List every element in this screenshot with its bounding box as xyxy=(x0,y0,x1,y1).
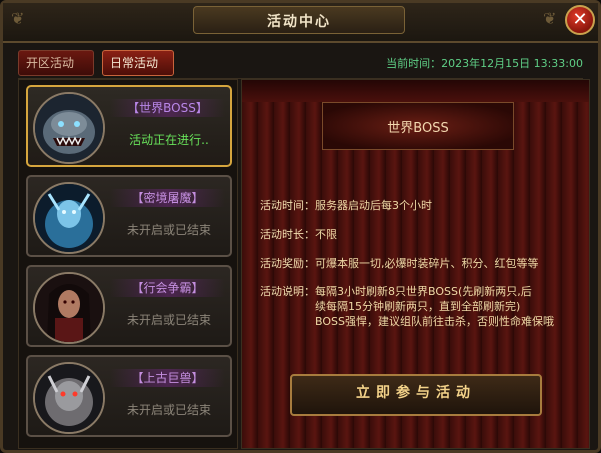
info-time: 活动时间：服务器启动后每3个小时 xyxy=(260,198,432,213)
event-name: 【世界BOSS】 xyxy=(110,99,225,117)
info-time-label: 活动时间： xyxy=(260,199,315,212)
event-list: 【世界BOSS】 活动正在进行.. 【密境屠魔】 未开启或已结束 【行会争霸】 … xyxy=(18,79,238,449)
info-duration-value: 不限 xyxy=(315,228,337,241)
join-event-button[interactable]: 立即参与活动 xyxy=(290,374,542,416)
event-status: 未开启或已结束 xyxy=(126,313,211,327)
activity-window: ❦ 活动中心 ❦ ✕ 开区活动 日常活动 当前时间：2023年12月15日 13… xyxy=(0,0,601,453)
info-description-line-2: 续每隔15分钟刷新两只，直到全部刷新完) xyxy=(315,300,521,313)
secret-realm-portrait xyxy=(33,182,105,254)
title-plate: 活动中心 xyxy=(193,6,405,34)
info-reward-value: 可爆本服一切,必爆时装碎片、积分、红包等等 xyxy=(315,257,539,270)
info-description-line-3: BOSS强悍，建议组队前往击杀，否则性命难保哦 xyxy=(315,315,554,328)
ornament-right-icon: ❦ xyxy=(543,9,557,28)
guild-war-portrait xyxy=(33,272,105,344)
info-duration-label: 活动时长： xyxy=(260,228,315,241)
curtain-valance xyxy=(242,80,589,102)
info-reward-label: 活动奖励： xyxy=(260,257,315,270)
ornament-left-icon: ❦ xyxy=(11,9,25,28)
ancient-beast-portrait xyxy=(33,362,105,434)
current-time: 当前时间：2023年12月15日 13:33:00 xyxy=(386,55,583,71)
event-name: 【密境屠魔】 xyxy=(110,189,225,207)
event-status: 活动正在进行.. xyxy=(129,133,209,147)
event-name: 【行会争霸】 xyxy=(110,279,225,297)
world-boss-portrait xyxy=(33,92,105,164)
boss-banner: 世界BOSS xyxy=(322,102,514,150)
event-item-world-boss[interactable]: 【世界BOSS】 活动正在进行.. xyxy=(26,85,232,167)
info-reward: 活动奖励：可爆本服一切,必爆时装碎片、积分、红包等等 xyxy=(260,256,539,271)
close-button[interactable]: ✕ xyxy=(565,5,595,35)
info-description-line-1: 每隔3小时刷新8只世界BOSS(先刷新两只,后 xyxy=(315,285,532,298)
window-title: 活动中心 xyxy=(267,14,331,30)
tab-bar: 开区活动 日常活动 当前时间：2023年12月15日 13:33:00 xyxy=(18,50,583,79)
info-description: 活动说明：每隔3小时刷新8只世界BOSS(先刷新两只,后 xyxy=(260,284,532,299)
event-item-secret-realm[interactable]: 【密境屠魔】 未开启或已结束 xyxy=(26,175,232,257)
event-item-ancient-beast[interactable]: 【上古巨兽】 未开启或已结束 xyxy=(26,355,232,437)
event-status: 未开启或已结束 xyxy=(126,403,211,417)
event-detail-panel: 世界BOSS 活动时间：服务器启动后每3个小时 活动时长：不限 活动奖励：可爆本… xyxy=(241,79,590,449)
event-name: 【上古巨兽】 xyxy=(110,369,225,387)
info-time-value: 服务器启动后每3个小时 xyxy=(315,199,432,212)
event-status: 未开启或已结束 xyxy=(126,223,211,237)
current-time-label: 当前时间： xyxy=(386,57,442,70)
tab-opening-events[interactable]: 开区活动 xyxy=(18,50,94,76)
info-description-label: 活动说明： xyxy=(260,285,315,298)
tab-daily-events[interactable]: 日常活动 xyxy=(102,50,174,76)
info-duration: 活动时长：不限 xyxy=(260,227,337,242)
event-item-guild-war[interactable]: 【行会争霸】 未开启或已结束 xyxy=(26,265,232,347)
current-time-value: 2023年12月15日 13:33:00 xyxy=(441,57,583,70)
title-bar: ❦ 活动中心 ❦ ✕ xyxy=(3,3,598,43)
boss-banner-title: 世界BOSS xyxy=(387,121,449,136)
